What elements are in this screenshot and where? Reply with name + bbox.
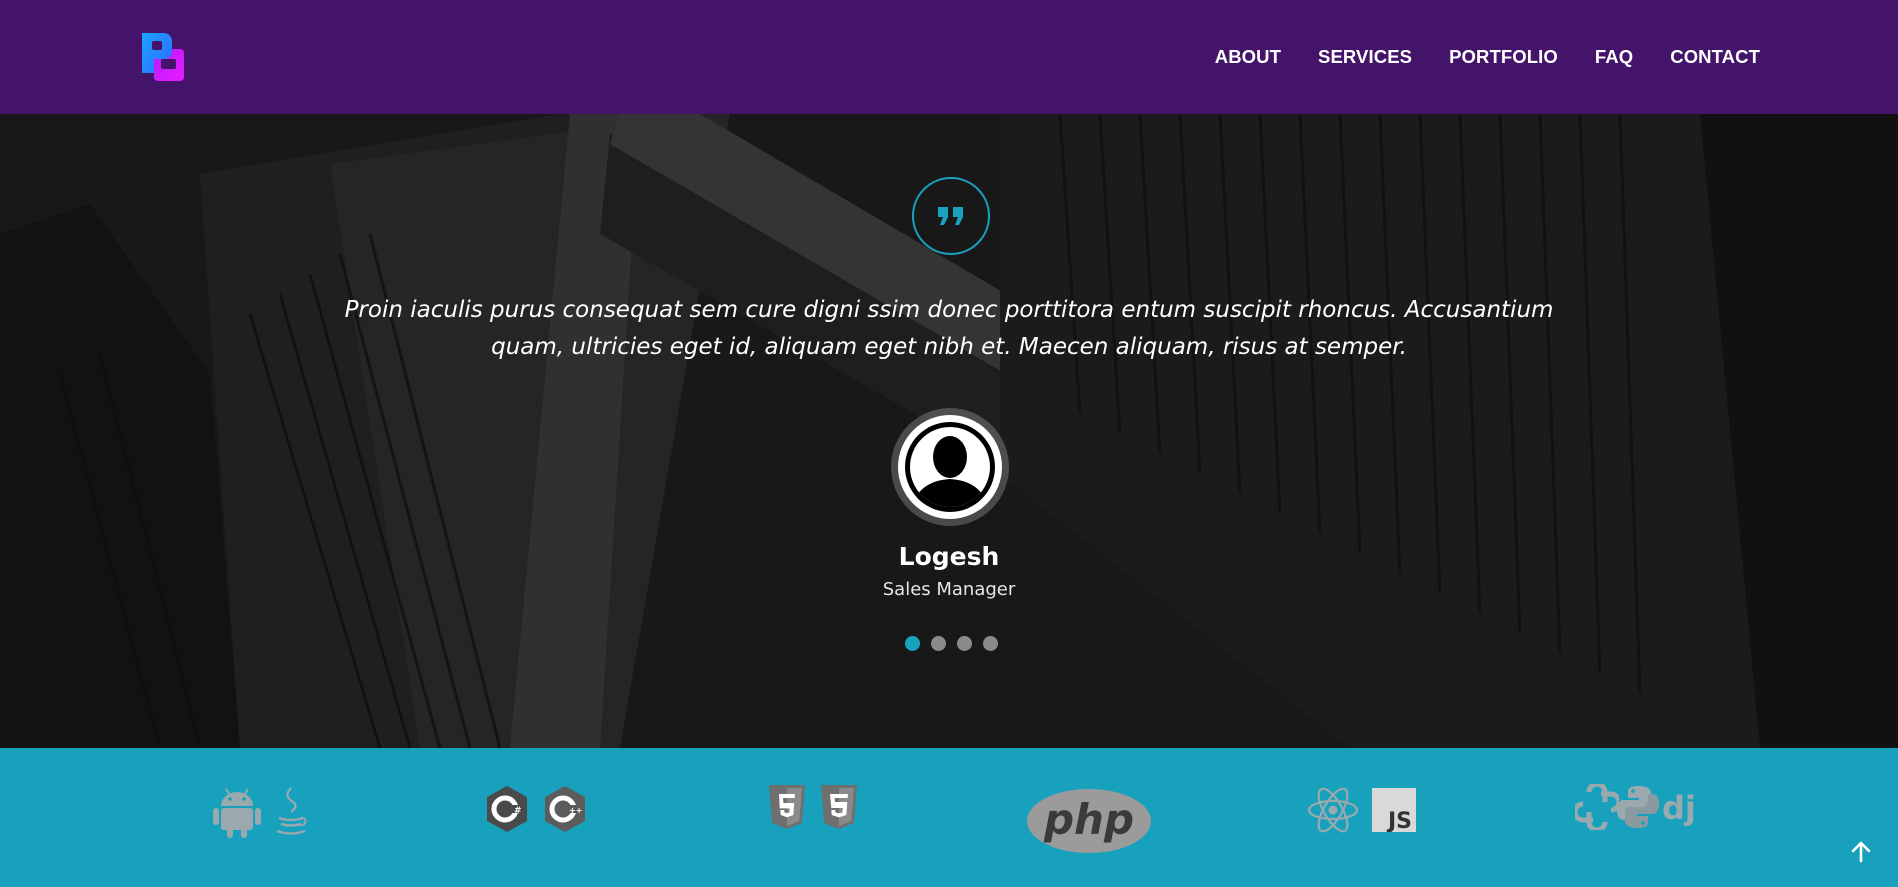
html5-icon	[769, 785, 805, 829]
carousel-dot-3[interactable]	[957, 636, 972, 651]
java-icon	[276, 787, 307, 835]
cplusplus-icon: ++	[545, 786, 585, 832]
arrow-up-icon[interactable]	[1846, 837, 1876, 867]
tech-group-python-django: dj	[1575, 784, 1697, 830]
testimonial-name: Logesh	[898, 542, 1000, 571]
carousel-dots	[905, 636, 998, 651]
nav-contact[interactable]: CONTACT	[1670, 46, 1760, 68]
react-icon	[1307, 787, 1359, 833]
django-icon: dj	[1662, 789, 1696, 827]
tech-group-php: php	[1026, 788, 1152, 854]
svg-text:#: #	[514, 806, 522, 816]
tech-group-react-js: JS	[1306, 786, 1416, 834]
tech-group-csharp-cpp: # ++	[485, 785, 587, 833]
nav-portfolio[interactable]: PORTFOLIO	[1449, 46, 1558, 68]
csharp-icon: #	[487, 786, 527, 832]
python-link-icon	[1575, 784, 1619, 830]
tech-stack-bar: # ++ php JS dj	[0, 748, 1898, 887]
tech-group-android-java	[213, 786, 311, 838]
svg-text:php: php	[1043, 795, 1134, 844]
nav-services[interactable]: SERVICES	[1318, 46, 1412, 68]
javascript-icon: JS	[1372, 788, 1416, 832]
tech-group-html-css	[767, 784, 859, 830]
nav-about[interactable]: ABOUT	[1215, 46, 1281, 68]
svg-text:++: ++	[569, 806, 582, 815]
carousel-dot-1[interactable]	[905, 636, 920, 651]
logo-icon[interactable]	[140, 31, 186, 83]
carousel-dot-4[interactable]	[983, 636, 998, 651]
site-header: ABOUT SERVICES PORTFOLIO FAQ CONTACT	[0, 0, 1898, 114]
quote-icon	[912, 177, 990, 255]
android-icon	[213, 788, 261, 838]
php-icon: php	[1027, 789, 1151, 853]
testimonial-role: Sales Manager	[882, 579, 1016, 600]
python-icon	[1617, 786, 1659, 828]
main-nav: ABOUT SERVICES PORTFOLIO FAQ CONTACT	[1215, 46, 1760, 68]
css3-icon	[821, 785, 857, 829]
testimonial-section: Proin iaculis purus consequat sem cure d…	[0, 114, 1898, 748]
carousel-dot-2[interactable]	[931, 636, 946, 651]
user-avatar-icon	[891, 408, 1009, 526]
nav-faq[interactable]: FAQ	[1595, 46, 1633, 68]
svg-text:dj: dj	[1662, 789, 1696, 827]
svg-text:JS: JS	[1386, 809, 1412, 832]
testimonial-quote: Proin iaculis purus consequat sem cure d…	[344, 297, 1554, 360]
